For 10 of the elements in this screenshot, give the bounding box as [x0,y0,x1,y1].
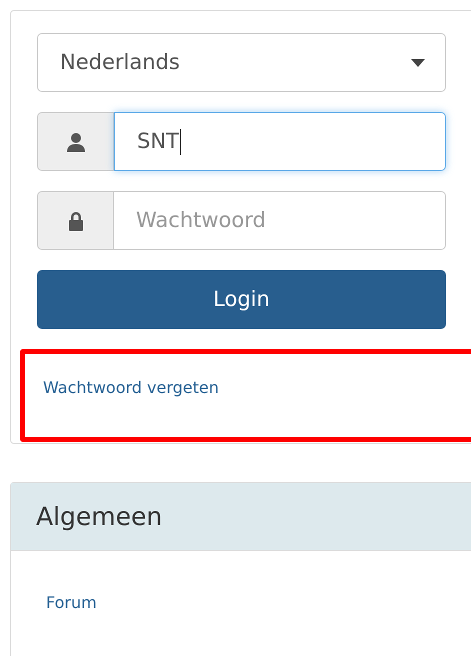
login-button[interactable]: Login [37,270,446,329]
user-icon [66,132,86,152]
panel-link[interactable]: Forum [46,591,471,615]
username-value: SNT [137,128,179,155]
lock-icon [68,210,84,230]
caret-icon [411,58,425,66]
language-select[interactable]: Nederlands [37,33,446,92]
language-value: Nederlands [60,48,180,76]
panel-title: Algemeen [36,500,162,533]
forgot-password-link[interactable]: Wachtwoord vergeten [43,378,219,397]
